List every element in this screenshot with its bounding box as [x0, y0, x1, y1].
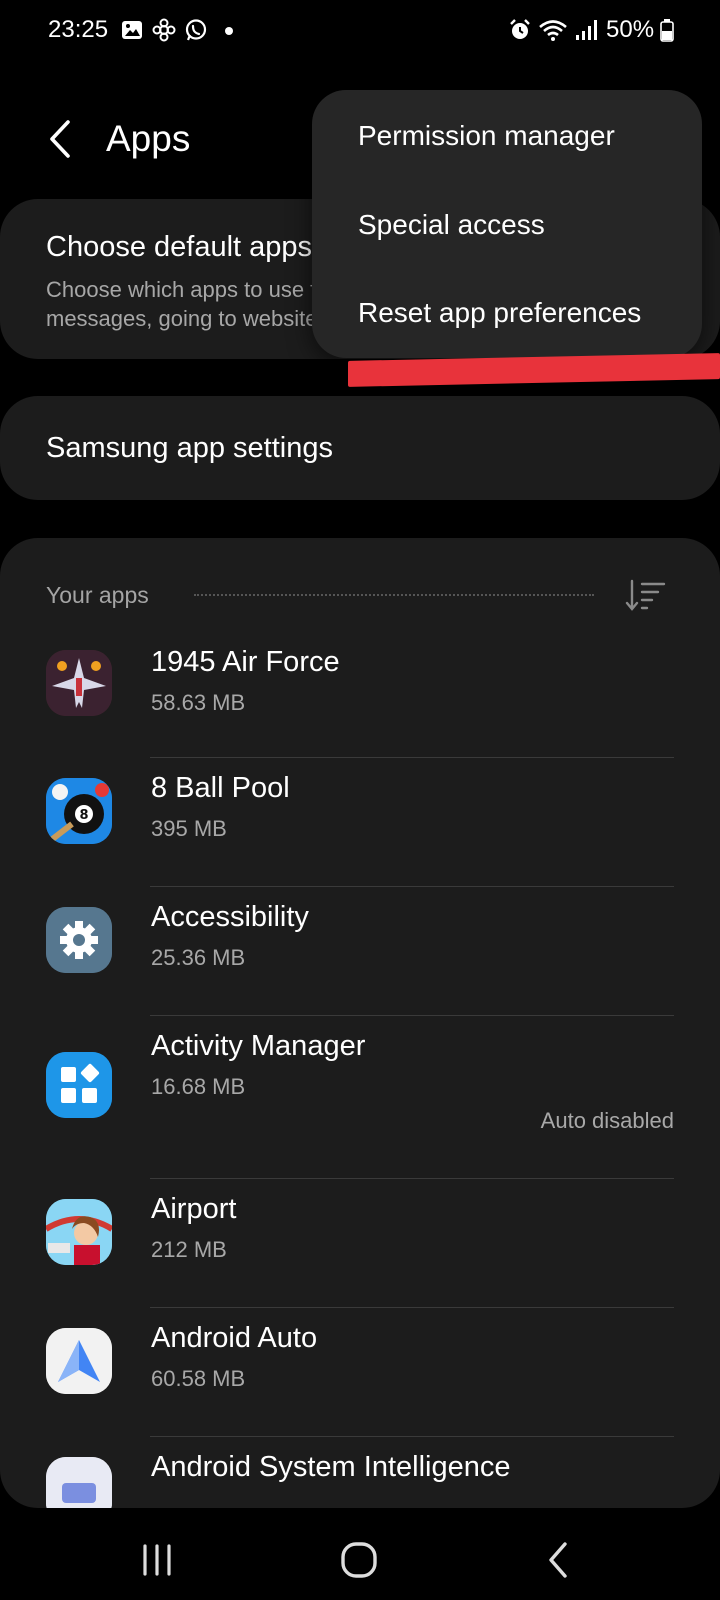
app-status: Auto disabled — [540, 1108, 674, 1133]
app-name: Android Auto — [151, 1322, 318, 1354]
app-size: 60.58 MB — [151, 1366, 246, 1391]
app-name: 8 Ball Pool — [151, 772, 290, 804]
app-name: Accessibility — [151, 901, 309, 933]
home-button[interactable] — [335, 1536, 383, 1584]
wifi-icon — [539, 20, 567, 41]
app-size: 212 MB — [151, 1237, 227, 1262]
svg-text:8: 8 — [79, 808, 88, 823]
list-item[interactable]: Accessibility 25.36 MB — [0, 887, 720, 1015]
app-name: Airport — [151, 1193, 237, 1225]
app-name: Activity Manager — [151, 1030, 366, 1062]
system-intelligence-icon — [46, 1457, 112, 1508]
back-button[interactable] — [40, 114, 80, 164]
page-title: Apps — [106, 118, 191, 159]
samsung-app-settings-title: Samsung app settings — [46, 432, 333, 464]
back-nav-button[interactable] — [535, 1536, 583, 1584]
airport-game-icon — [46, 1199, 112, 1265]
widgets-icon — [46, 1052, 112, 1118]
battery-icon — [660, 19, 674, 42]
flower-icon — [152, 18, 176, 42]
your-apps-card: Your apps 1945 Air Force 58.63 MB 8 8 Ba… — [0, 538, 720, 1508]
pool-ball-icon: 8 — [46, 778, 112, 844]
list-item[interactable]: Android Auto 60.58 MB — [0, 1308, 720, 1436]
app-size: 16.68 MB — [151, 1074, 246, 1099]
sort-icon[interactable] — [624, 578, 666, 614]
app-size: 58.63 MB — [151, 690, 246, 715]
signal-icon — [576, 20, 597, 40]
status-time: 23:25 — [48, 16, 109, 43]
android-auto-icon — [46, 1328, 112, 1394]
airforce-game-icon — [46, 650, 112, 716]
list-item[interactable]: Activity Manager 16.68 MB Auto disabled — [0, 1016, 720, 1178]
alarm-icon — [510, 19, 530, 39]
overflow-menu: Permission manager Special access Reset … — [312, 90, 702, 358]
list-item[interactable]: 8 8 Ball Pool 395 MB — [0, 758, 720, 886]
menu-item-special-access[interactable]: Special access — [358, 209, 545, 241]
app-size: 25.36 MB — [151, 945, 246, 970]
your-apps-header: Your apps — [46, 582, 149, 608]
app-name: 1945 Air Force — [151, 646, 340, 678]
menu-item-reset-app-preferences[interactable]: Reset app preferences — [358, 297, 641, 329]
whatsapp-icon — [185, 19, 207, 41]
gallery-icon — [122, 21, 142, 39]
battery-percentage: 50% — [606, 16, 655, 43]
list-item[interactable]: Airport 212 MB — [0, 1179, 720, 1307]
status-bar: 23:25 50% — [0, 0, 720, 62]
recent-apps-button[interactable] — [133, 1536, 181, 1584]
samsung-app-settings-card[interactable]: Samsung app settings — [0, 396, 720, 500]
gear-icon — [46, 907, 112, 973]
menu-item-permission-manager[interactable]: Permission manager — [358, 120, 615, 152]
list-item[interactable]: 1945 Air Force 58.63 MB — [0, 632, 720, 756]
section-divider-dots — [194, 594, 594, 596]
list-item[interactable]: Android System Intelligence — [0, 1437, 720, 1508]
app-name: Android System Intelligence — [151, 1451, 511, 1483]
navigation-bar — [0, 1520, 720, 1600]
choose-default-apps-title: Choose default apps — [46, 231, 313, 263]
notification-dot — [225, 27, 233, 35]
app-size: 395 MB — [151, 816, 227, 841]
